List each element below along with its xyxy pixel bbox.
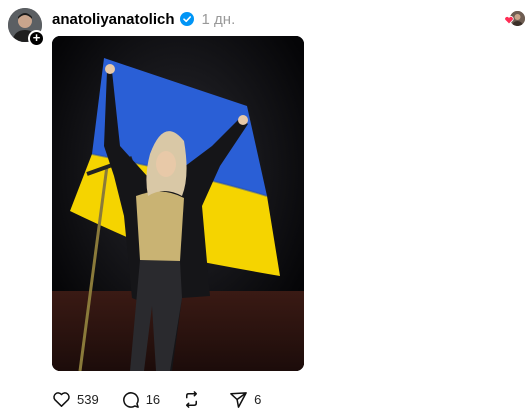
post-actions: 539 16 6: [52, 389, 283, 409]
verified-badge-icon: [179, 12, 194, 26]
comment-count: 16: [145, 391, 161, 407]
comment-bubble-icon[interactable]: [121, 390, 140, 409]
username[interactable]: anatoliyanatolich: [52, 11, 175, 28]
send-paper-plane-icon[interactable]: [229, 390, 248, 409]
share-action[interactable]: 6: [229, 390, 261, 409]
like-action[interactable]: 539: [52, 390, 99, 409]
share-count: 6: [254, 391, 262, 407]
follow-plus-icon[interactable]: +: [28, 30, 45, 47]
author-avatar[interactable]: +: [8, 8, 46, 47]
heart-outline-icon[interactable]: [52, 390, 71, 409]
repost-action[interactable]: [182, 390, 207, 409]
heart-icon: [504, 16, 514, 25]
stage-photo-illustration: [52, 36, 304, 371]
comment-action[interactable]: 16: [121, 390, 160, 409]
liked-by-indicator[interactable]: [503, 10, 525, 28]
like-count: 539: [77, 391, 99, 407]
post-photo[interactable]: [52, 36, 304, 371]
post-header: anatoliyanatolich 1 дн.: [52, 10, 235, 28]
repost-icon[interactable]: [182, 390, 201, 409]
post-timestamp[interactable]: 1 дн.: [202, 11, 236, 28]
